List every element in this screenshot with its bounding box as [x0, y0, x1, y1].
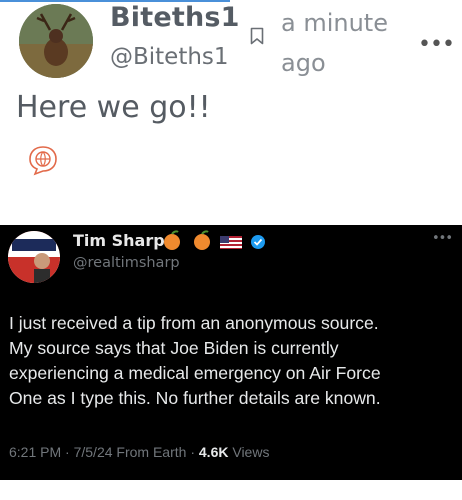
avatar[interactable]: [19, 4, 93, 78]
embedded-tweet-more-icon: •••: [432, 231, 453, 246]
embedded-tweet-avatar: [8, 231, 60, 283]
peach-emoji-icon: [164, 230, 180, 250]
peach-emoji-icon: [194, 230, 210, 250]
verified-badge-icon: [251, 235, 265, 249]
embedded-tweet-date: 7/5/24: [73, 444, 113, 460]
embedded-tweet-location: From Earth: [116, 444, 187, 460]
embedded-tweet-screenshot[interactable]: Tim Sharp @realtimsharp ••• I just recei…: [0, 225, 462, 480]
bookmark-icon[interactable]: [250, 27, 264, 45]
display-name[interactable]: Biteths1: [110, 2, 240, 33]
embedded-tweet-emoji-row: [164, 230, 265, 250]
embedded-tweet-meta: 6:21 PM · 7/5/24 From Earth · 4.6K Views: [9, 444, 270, 460]
embedded-tweet-views-count: 4.6K: [198, 444, 229, 460]
globe-speech-icon[interactable]: [27, 144, 59, 176]
embedded-tweet-author-name: Tim Sharp: [73, 231, 165, 250]
embedded-tweet-body: I just received a tip from an anonymous …: [9, 313, 381, 408]
more-options-button[interactable]: •••: [418, 32, 455, 57]
post-timestamp: a minute ago: [281, 9, 388, 77]
embedded-tweet-views-label: Views: [232, 444, 270, 460]
embedded-tweet-time: 6:21 PM: [9, 444, 62, 460]
user-handle[interactable]: @Biteths1: [110, 44, 229, 70]
post-text: Here we go!!: [16, 90, 211, 125]
us-flag-icon: [220, 236, 242, 249]
embedded-tweet-handle: @realtimsharp: [73, 255, 180, 271]
